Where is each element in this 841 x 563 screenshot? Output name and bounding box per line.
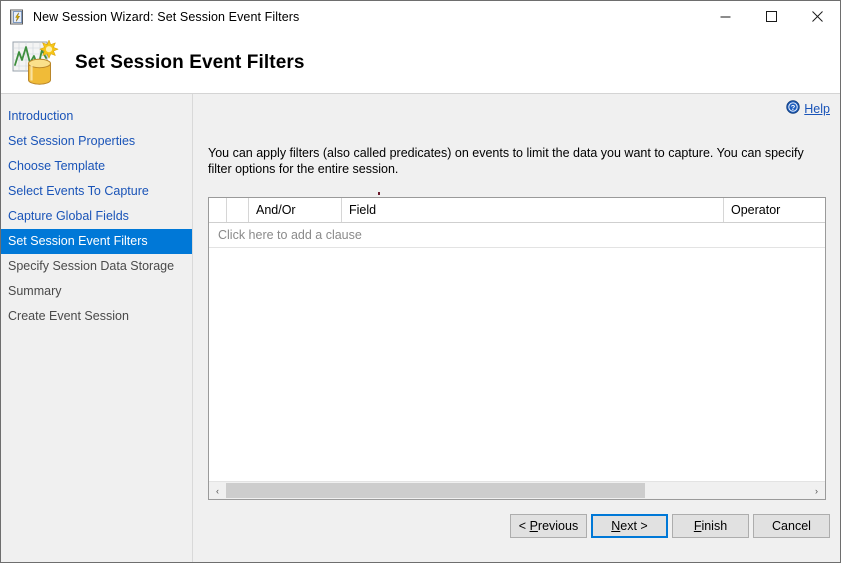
content-pane: ? Help You can apply filters (also calle… [194, 94, 840, 562]
previous-label: < Previous [518, 519, 579, 533]
scrollbar-track[interactable] [226, 482, 808, 499]
minimize-button[interactable] [702, 1, 748, 32]
window-controls [702, 1, 840, 32]
sidebar-item-select-events-to-capture[interactable]: Select Events To Capture [1, 179, 192, 204]
sidebar-item-set-session-properties[interactable]: Set Session Properties [1, 129, 192, 154]
svg-text:?: ? [791, 103, 796, 112]
help-link[interactable]: ? Help [786, 100, 830, 117]
sidebar-item-create-event-session: Create Event Session [8, 309, 129, 323]
grid-column-header-selector[interactable] [209, 198, 227, 222]
wizard-footer: < Previous Next > Finish Cancel [1, 504, 840, 562]
page-description: You can apply filters (also called predi… [208, 145, 804, 176]
xevent-session-chart-icon [11, 38, 67, 88]
help-circle-icon: ? [786, 100, 800, 117]
grid-column-header-field[interactable]: Field [342, 198, 724, 222]
scrollbar-thumb[interactable] [226, 483, 645, 498]
grid-horizontal-scrollbar[interactable]: ‹ › [209, 481, 825, 499]
maximize-button[interactable] [748, 1, 794, 32]
page-title: Set Session Event Filters [75, 51, 305, 73]
next-button[interactable]: Next > [591, 514, 668, 538]
filter-clause-grid[interactable]: And/Or Field Operator Click here to add … [208, 197, 826, 500]
grid-caret-marker [378, 192, 380, 195]
grid-column-header-delete[interactable] [227, 198, 249, 222]
previous-button[interactable]: < Previous [510, 514, 587, 538]
sidebar-item-capture-global-fields[interactable]: Capture Global Fields [1, 204, 192, 229]
sidebar-item-introduction[interactable]: Introduction [1, 104, 192, 129]
sidebar-item-summary: Summary [8, 284, 62, 298]
close-button[interactable] [794, 1, 840, 32]
grid-empty-body [209, 248, 825, 477]
grid-header-row: And/Or Field Operator [209, 198, 825, 223]
next-label: Next > [611, 519, 648, 533]
cancel-label: Cancel [772, 519, 811, 533]
wizard-window: New Session Wizard: Set Session Event Fi… [0, 0, 841, 563]
add-clause-row[interactable]: Click here to add a clause [209, 223, 825, 248]
sidebar-item-choose-template[interactable]: Choose Template [1, 154, 192, 179]
wizard-body: Introduction Set Session Properties Choo… [1, 94, 840, 562]
sidebar-item-set-session-event-filters[interactable]: Set Session Event Filters [1, 229, 192, 254]
finish-button[interactable]: Finish [672, 514, 749, 538]
scroll-left-arrow-icon[interactable]: ‹ [209, 482, 226, 499]
wizard-steps-sidebar: Introduction Set Session Properties Choo… [1, 94, 193, 562]
scroll-right-arrow-icon[interactable]: › [808, 482, 825, 499]
help-label: Help [804, 101, 830, 116]
cancel-button[interactable]: Cancel [753, 514, 830, 538]
grid-column-header-operator[interactable]: Operator [724, 198, 823, 222]
sidebar-item-specify-session-data-storage: Specify Session Data Storage [8, 259, 175, 273]
grid-column-header-and-or[interactable]: And/Or [249, 198, 342, 222]
finish-label: Finish [693, 519, 728, 533]
wizard-document-icon [9, 9, 25, 25]
title-bar: New Session Wizard: Set Session Event Fi… [1, 1, 840, 32]
window-title: New Session Wizard: Set Session Event Fi… [33, 9, 300, 24]
wizard-header: Set Session Event Filters [1, 32, 840, 94]
